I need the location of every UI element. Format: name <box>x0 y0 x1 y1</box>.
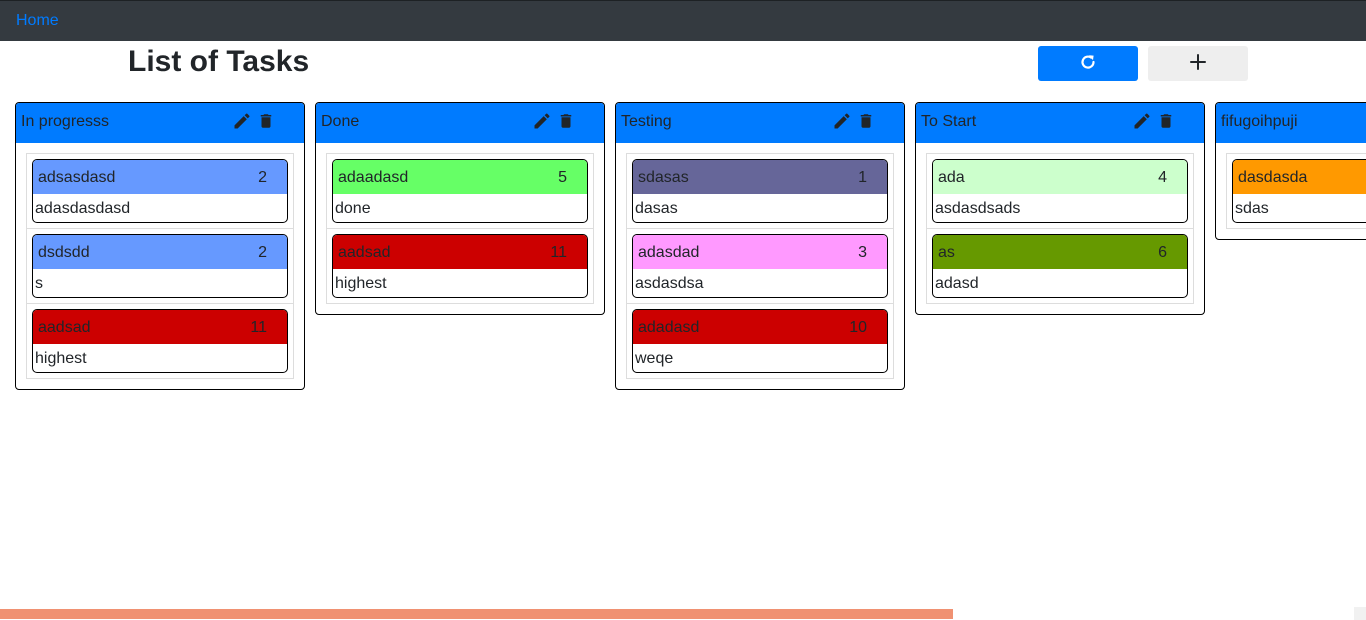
card-priority: 11 <box>250 319 267 336</box>
progress-bar <box>0 609 953 619</box>
task-card[interactable]: adadasd 10 weqe <box>632 309 888 373</box>
card-title: adsasdasd <box>38 169 116 186</box>
card-list: adsasdasd 2 adasdasdasd dsdsdd 2 s aadsad 11 hig… <box>26 153 294 379</box>
task-card[interactable]: adasdad 3 asdasdsa <box>632 234 888 298</box>
scrollbar-corner[interactable] <box>1354 607 1366 620</box>
card-header: ada 4 <box>933 160 1187 194</box>
add-column-button[interactable] <box>1148 46 1248 81</box>
task-card[interactable]: sdasas 1 dasas <box>632 159 888 223</box>
card-title: adaadasd <box>338 169 409 186</box>
column-title: fifugoihpuji <box>1221 113 1298 130</box>
task-card[interactable]: aadsad 11 highest <box>332 234 588 298</box>
task-card[interactable]: ada 4 asdasdsads <box>932 159 1188 223</box>
column-header: fifugoihpuji <box>1216 103 1366 143</box>
card-priority: 6 <box>1158 244 1167 261</box>
task-card[interactable]: as 6 adasd <box>932 234 1188 298</box>
column-header: Testing <box>616 103 904 143</box>
card-header: adadasd 10 <box>633 310 887 344</box>
delete-icon[interactable] <box>856 109 876 133</box>
card-description: asdasdsads <box>935 200 1021 217</box>
edit-icon[interactable] <box>232 109 252 133</box>
card-description: dasas <box>635 200 678 217</box>
column-title: To Start <box>921 113 977 130</box>
card-description: adasd <box>935 275 979 292</box>
card-description: sdas <box>1235 200 1269 217</box>
card-description: done <box>335 200 371 217</box>
card-title: sdasas <box>638 169 689 186</box>
card-title: adasdad <box>638 244 700 261</box>
card-priority: 4 <box>1158 169 1167 186</box>
task-column: To Start ada 4 asdasdsads as 6 adasd <box>915 102 1205 315</box>
column-title: Done <box>321 113 360 130</box>
card-header: dsdsdd 2 <box>33 235 287 269</box>
delete-icon[interactable] <box>256 109 276 133</box>
card-description: s <box>35 275 43 292</box>
plus-icon <box>1188 52 1208 75</box>
card-list: ada 4 asdasdsads as 6 adasd <box>926 153 1194 304</box>
card-title: aadsad <box>338 244 391 261</box>
card-list: sdasas 1 dasas adasdad 3 asdasdsa adadasd 10 weq… <box>626 153 894 379</box>
task-card[interactable]: adaadasd 5 done <box>332 159 588 223</box>
column-header: To Start <box>916 103 1204 143</box>
column-title: In progresss <box>21 113 110 130</box>
card-description: highest <box>335 275 387 292</box>
task-card[interactable]: adsasdasd 2 adasdasdasd <box>32 159 288 223</box>
card-priority: 2 <box>258 169 267 186</box>
task-card[interactable]: aadsad 11 highest <box>32 309 288 373</box>
delete-icon[interactable] <box>1156 109 1176 133</box>
card-header: aadsad 11 <box>333 235 587 269</box>
task-column: Done adaadasd 5 done aadsad 11 highest <box>315 102 605 315</box>
card-priority: 2 <box>258 244 267 261</box>
card-header: adasdad 3 <box>633 235 887 269</box>
task-column: In progresss adsasdasd 2 adasdasdasd dsdsdd 2… <box>15 102 305 390</box>
card-header: adaadasd 5 <box>333 160 587 194</box>
card-header: aadsad 11 <box>33 310 287 344</box>
card-description: asdasdsa <box>635 275 704 292</box>
card-list: dasdasda sdas <box>1226 153 1366 229</box>
card-priority: 3 <box>858 244 867 261</box>
edit-icon[interactable] <box>1132 109 1152 133</box>
card-list: adaadasd 5 done aadsad 11 highest <box>326 153 594 304</box>
column-header: In progresss <box>16 103 304 143</box>
task-card[interactable]: dasdasda sdas <box>1232 159 1366 223</box>
card-header: as 6 <box>933 235 1187 269</box>
card-priority: 10 <box>849 319 867 336</box>
navbar: Home <box>0 0 1366 41</box>
card-header: dasdasda <box>1233 160 1366 194</box>
column-title: Testing <box>621 113 672 130</box>
task-column: Testing sdasas 1 dasas adasdad 3 asdasdsa adada… <box>615 102 905 390</box>
card-title: dasdasda <box>1238 169 1308 186</box>
delete-icon[interactable] <box>556 109 576 133</box>
card-priority: 1 <box>858 169 867 186</box>
card-priority: 5 <box>558 169 567 186</box>
task-column: fifugoihpuji dasdasda sdas <box>1215 102 1366 240</box>
task-board: In progresss adsasdasd 2 adasdasdasd dsdsdd 2… <box>0 102 1366 602</box>
card-title: as <box>938 244 955 261</box>
page-title: List of Tasks <box>128 45 310 78</box>
card-title: aadsad <box>38 319 91 336</box>
refresh-icon <box>1078 52 1098 75</box>
refresh-button[interactable] <box>1038 46 1138 81</box>
card-title: ada <box>938 169 965 186</box>
card-header: sdasas 1 <box>633 160 887 194</box>
card-title: adadasd <box>638 319 700 336</box>
card-priority: 11 <box>550 244 567 261</box>
card-description: highest <box>35 350 87 367</box>
card-header: adsasdasd 2 <box>33 160 287 194</box>
card-description: weqe <box>635 350 674 367</box>
task-card[interactable]: dsdsdd 2 s <box>32 234 288 298</box>
card-description: adasdasdasd <box>35 200 131 217</box>
edit-icon[interactable] <box>832 109 852 133</box>
edit-icon[interactable] <box>532 109 552 133</box>
card-title: dsdsdd <box>38 244 90 261</box>
column-header: Done <box>316 103 604 143</box>
nav-home-link[interactable]: Home <box>16 12 59 30</box>
